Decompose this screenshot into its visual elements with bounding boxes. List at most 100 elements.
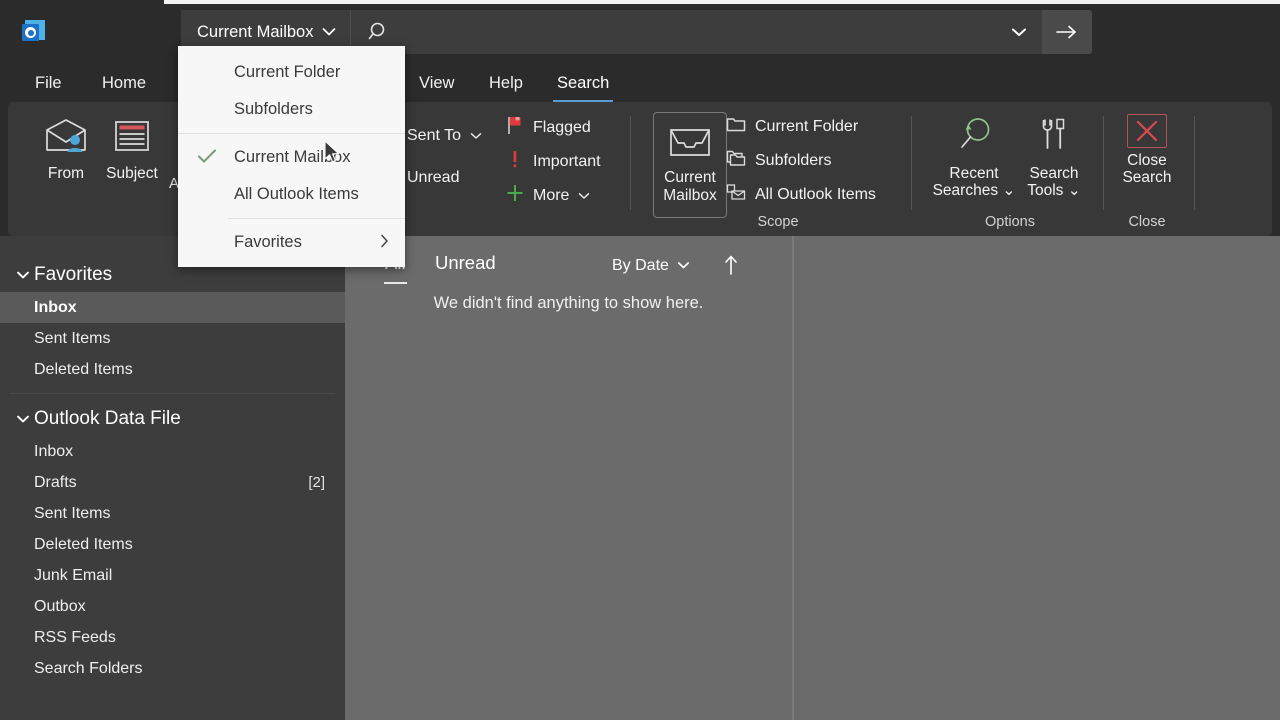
sidebar-group-outlook-data-file-label: Outlook Data File (34, 408, 181, 429)
message-list-header: All Unread By Date (345, 236, 792, 288)
sidebar-item-label: Sent Items (34, 329, 111, 347)
all-items-icon (726, 183, 746, 206)
sidebar-item-favorites-sent-items[interactable]: Sent Items (0, 323, 345, 354)
ribbon-button-all-outlook-items[interactable]: All Outlook Items (726, 183, 876, 206)
exclamation-icon (506, 149, 524, 174)
search-tools-line2: Tools (1027, 182, 1064, 200)
tab-view-label: View (419, 73, 455, 92)
red-flag-icon (506, 115, 524, 140)
tab-help[interactable]: Help (485, 74, 527, 93)
ribbon-button-more-label: More (533, 186, 570, 204)
ribbon-button-unread[interactable]: Unread (407, 169, 459, 187)
menu-item-all-outlook-items[interactable]: All Outlook Items (178, 176, 405, 213)
ribbon-button-search-tools[interactable]: Search Tools ⌄ (1016, 114, 1092, 200)
reading-pane (794, 236, 1280, 720)
ribbon-button-important-label: Important (533, 152, 601, 170)
ribbon-button-current-folder-label: Current Folder (755, 117, 859, 135)
chevron-down-icon (470, 127, 482, 145)
red-x-icon (1127, 114, 1167, 148)
menu-item-current-folder[interactable]: Current Folder (178, 54, 405, 91)
sort-direction-button[interactable] (723, 254, 739, 282)
subject-lines-icon (108, 116, 156, 161)
menu-divider-2 (228, 218, 405, 219)
sidebar-item-search-folders[interactable]: Search Folders (0, 653, 345, 684)
sidebar-item-label: Sent Items (34, 504, 111, 522)
message-list-pane: All Unread By Date (345, 236, 792, 720)
menu-item-current-mailbox[interactable]: Current Mailbox (178, 139, 405, 176)
menu-item-subfolders[interactable]: Subfolders (178, 91, 405, 128)
close-search-line1: Close (1127, 152, 1167, 169)
ribbon-divider-2 (911, 116, 912, 210)
sidebar-divider (10, 393, 335, 394)
ribbon-button-subject[interactable]: Subject (97, 116, 167, 182)
close-search-line2: Search (1122, 169, 1172, 187)
ribbon-button-flagged-label: Flagged (533, 118, 591, 136)
main-area: Favorites Inbox Sent Items Deleted Items (0, 236, 1280, 720)
sidebar-item-label: Deleted Items (34, 360, 133, 378)
sidebar-item-rss-feeds[interactable]: RSS Feeds (0, 622, 345, 653)
sidebar-group-outlook-data-file[interactable]: Outlook Data File (0, 402, 345, 436)
menu-item-label: All Outlook Items (234, 185, 359, 203)
sidebar-item-label: Junk Email (34, 566, 113, 584)
sidebar-item-junk-email[interactable]: Junk Email (0, 560, 345, 591)
chevron-down-icon (578, 187, 590, 205)
sort-by-label: By Date (612, 257, 669, 274)
current-mailbox-line2: Mailbox (663, 187, 717, 204)
sidebar-item-sent-items[interactable]: Sent Items (0, 498, 345, 529)
ribbon-button-more[interactable]: More (506, 183, 590, 208)
sidebar-item-favorites-inbox[interactable]: Inbox (0, 292, 345, 323)
tab-view[interactable]: View (415, 74, 458, 93)
sidebar-item-label: Search Folders (34, 659, 143, 677)
ribbon-button-flagged[interactable]: Flagged (506, 115, 591, 140)
sidebar-item-label: RSS Feeds (34, 628, 116, 646)
menu-item-label: Subfolders (234, 100, 313, 118)
tab-help-label: Help (489, 73, 523, 92)
green-plus-icon (506, 183, 524, 208)
search-scope-label: Current Mailbox (197, 22, 314, 41)
sidebar-item-favorites-deleted-items[interactable]: Deleted Items (0, 354, 345, 385)
search-scope-dropdown-menu: Current Folder Subfolders Current Mailbo… (178, 46, 405, 267)
sidebar-item-label: Inbox (34, 442, 74, 460)
search-input[interactable] (407, 10, 996, 54)
ribbon-button-from-label: From (47, 165, 85, 182)
sort-by-selector[interactable]: By Date (612, 257, 690, 275)
ribbon-divider-4 (1194, 116, 1195, 210)
recent-search-icon (950, 114, 998, 161)
outlook-logo-icon (22, 19, 48, 45)
tab-file[interactable]: File (31, 74, 66, 93)
sidebar-item-outbox[interactable]: Outbox (0, 591, 345, 622)
tab-search[interactable]: Search (553, 74, 614, 102)
sidebar-item-deleted-items[interactable]: Deleted Items (0, 529, 345, 560)
sidebar-item-count: [2] (308, 474, 325, 491)
search-expand-button[interactable] (996, 10, 1042, 54)
chevron-down-icon (677, 257, 690, 275)
sidebar-item-drafts[interactable]: Drafts [2] (0, 467, 345, 498)
filter-tab-unread[interactable]: Unread (433, 252, 498, 274)
sidebar-item-inbox[interactable]: Inbox (0, 436, 345, 467)
mailbox-tray-icon (667, 125, 713, 164)
ribbon-button-from[interactable]: From (31, 116, 101, 182)
tab-home[interactable]: Home (98, 74, 150, 93)
menu-item-favorites[interactable]: Favorites (178, 224, 405, 261)
ribbon-button-subfolders-label: Subfolders (755, 151, 832, 169)
ribbon-button-unread-label: Unread (407, 169, 460, 186)
search-submit-button[interactable] (1042, 10, 1092, 54)
ribbon-button-important[interactable]: Important (506, 149, 601, 174)
filter-tab-unread-label: Unread (435, 252, 496, 273)
window-chrome-strip (164, 0, 1280, 4)
envelope-person-icon (42, 116, 90, 161)
current-mailbox-line1: Current (664, 168, 716, 186)
ribbon-button-recent-searches[interactable]: Recent Searches ⌄ (930, 114, 1018, 200)
ribbon-button-current-folder[interactable]: Current Folder (726, 115, 858, 138)
wrench-screwdriver-icon (1033, 114, 1075, 161)
menu-item-label: Favorites (234, 233, 302, 251)
ribbon-button-sent-to-label: Sent To (407, 127, 461, 144)
sidebar-item-label: Inbox (34, 298, 77, 316)
ribbon-button-current-mailbox[interactable]: Current Mailbox (653, 112, 727, 218)
ribbon-button-subfolders[interactable]: Subfolders (726, 149, 832, 172)
sidebar-item-label: Deleted Items (34, 535, 133, 553)
ribbon-button-close-search[interactable]: Close Search (1108, 114, 1186, 187)
ribbon-button-sent-to[interactable]: Sent To (407, 127, 482, 145)
menu-item-label: Current Mailbox (234, 148, 351, 166)
tab-file-label: File (35, 73, 62, 92)
